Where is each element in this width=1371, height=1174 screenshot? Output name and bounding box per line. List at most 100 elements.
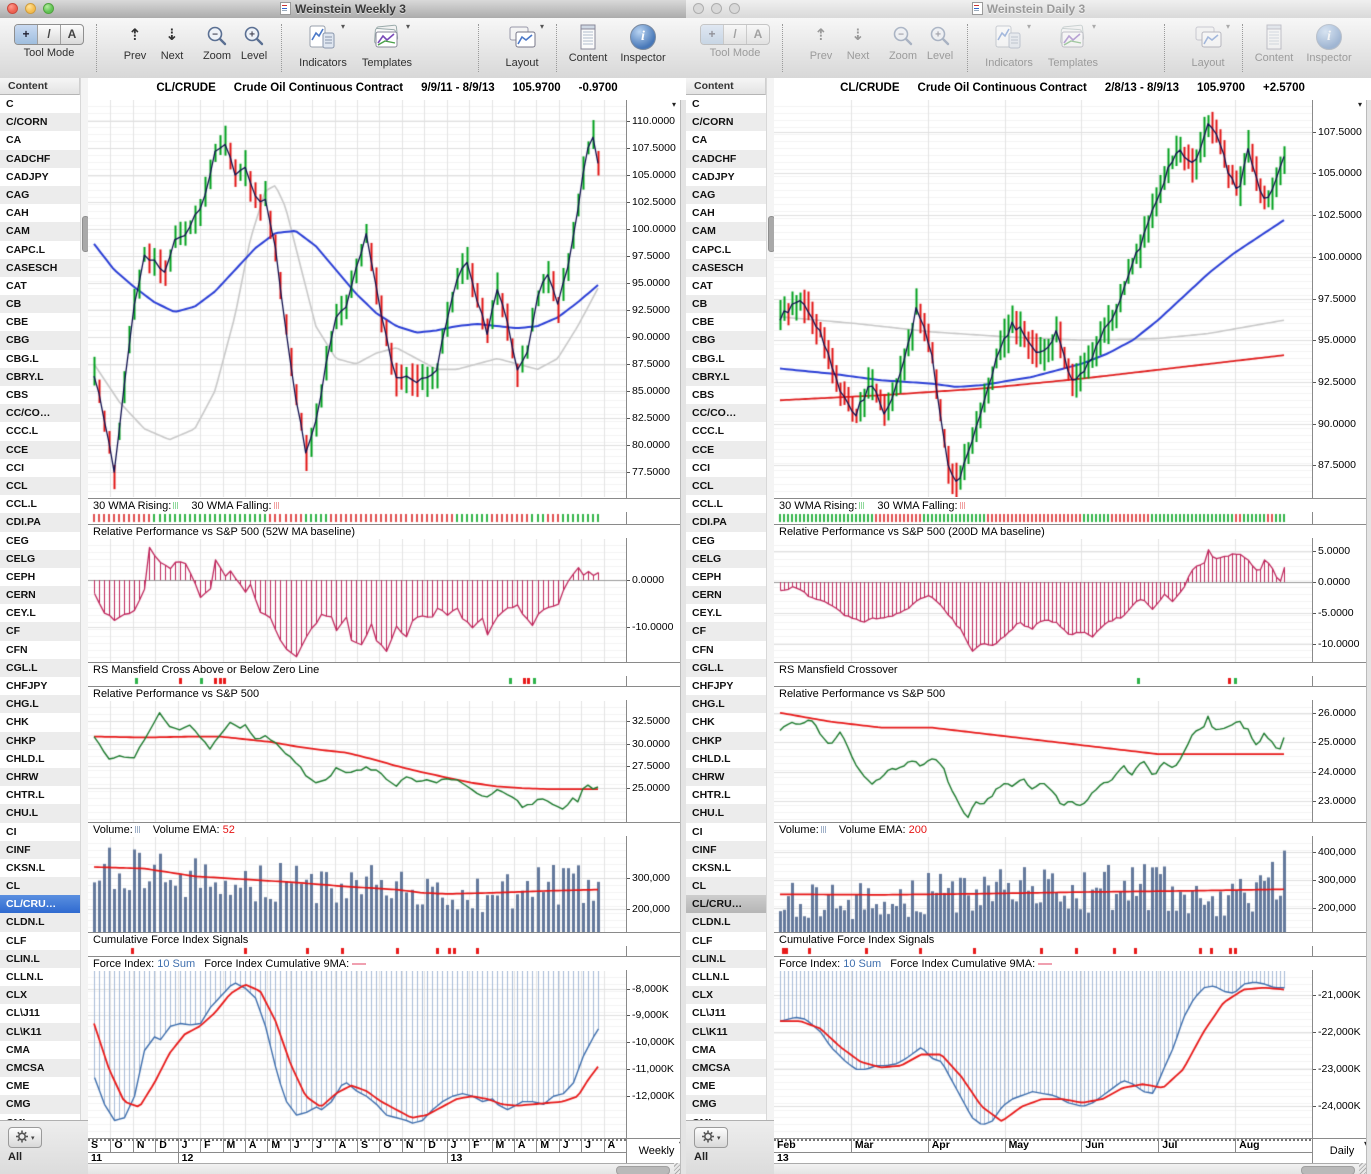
list-item-symbol[interactable]: CHLD.L	[0, 750, 80, 768]
list-item-symbol[interactable]: CL/CRU…	[686, 895, 766, 913]
templates-button[interactable]: ▾Templates	[358, 24, 416, 69]
list-item-symbol[interactable]: CLLN.L	[0, 968, 80, 986]
list-item-symbol[interactable]: CA	[686, 131, 766, 149]
list-item-symbol[interactable]: CINF	[686, 841, 766, 859]
list-item-symbol[interactable]: CLDN.L	[686, 913, 766, 931]
gear-action-button[interactable]: ▾	[8, 1127, 42, 1148]
list-item-symbol[interactable]: CLIN.L	[686, 950, 766, 968]
list-item-symbol[interactable]: CBG	[0, 331, 80, 349]
list-item-symbol[interactable]: CCC.L	[686, 422, 766, 440]
zoom-out-button[interactable]: −Zoom	[886, 24, 920, 62]
list-item-symbol[interactable]: CHRW	[686, 768, 766, 786]
list-item-symbol[interactable]: CAPC.L	[0, 241, 80, 259]
list-item-symbol[interactable]: CMCSA	[0, 1059, 80, 1077]
list-item-symbol[interactable]: CINF	[0, 841, 80, 859]
list-item-symbol[interactable]: CFN	[0, 641, 80, 659]
list-item-symbol[interactable]: CBRY.L	[686, 368, 766, 386]
list-item-symbol[interactable]: CHKP	[0, 732, 80, 750]
list-item-symbol[interactable]: CC/CO…	[686, 404, 766, 422]
wma-ticks-strip[interactable]	[88, 513, 626, 524]
mansfield-marks-strip[interactable]	[774, 677, 1312, 686]
list-item-symbol[interactable]: CMG	[0, 1095, 80, 1113]
list-item-symbol[interactable]: CBG.L	[0, 350, 80, 368]
list-item-symbol[interactable]: CL\K11	[0, 1023, 80, 1041]
move-tool-button[interactable]: +	[701, 25, 723, 44]
indicators-button[interactable]: ▾Indicators	[295, 24, 351, 69]
list-item-symbol[interactable]: CEPH	[0, 568, 80, 586]
list-item-symbol[interactable]: CELG	[686, 550, 766, 568]
list-item-symbol[interactable]: CB	[686, 295, 766, 313]
list-item-symbol[interactable]: CMG	[686, 1095, 766, 1113]
list-item-symbol[interactable]: CB	[0, 295, 80, 313]
list-item-symbol[interactable]: CL\J11	[686, 1004, 766, 1022]
content-button[interactable]: Content	[1252, 24, 1296, 64]
inspector-button[interactable]: iInspector	[1302, 24, 1356, 64]
list-item-symbol[interactable]: CAM	[0, 222, 80, 240]
move-tool-button[interactable]: +	[15, 25, 37, 44]
list-item-symbol[interactable]: CGL.L	[0, 659, 80, 677]
hscroll-thumb[interactable]	[1301, 1166, 1355, 1174]
list-item-symbol[interactable]: CBG	[686, 331, 766, 349]
list-item-symbol[interactable]: CCL.L	[686, 495, 766, 513]
rp-line-plot[interactable]	[774, 701, 1312, 822]
price-plot[interactable]	[774, 100, 1312, 497]
periodicity-dropdown[interactable]: Daily▾	[1312, 1138, 1371, 1163]
panel-disclosure-icon[interactable]: ▾	[1358, 100, 1362, 110]
list-item-symbol[interactable]: CI	[0, 823, 80, 841]
list-item-symbol[interactable]: CCL	[686, 477, 766, 495]
list-item-symbol[interactable]: CLIN.L	[0, 950, 80, 968]
list-item-symbol[interactable]: CCE	[0, 441, 80, 459]
list-item-symbol[interactable]: CBG.L	[686, 350, 766, 368]
cfi-marks-strip[interactable]	[774, 947, 1312, 956]
list-item-symbol[interactable]: CKSN.L	[686, 859, 766, 877]
price-plot[interactable]	[88, 100, 626, 497]
list-item-symbol[interactable]: CI	[686, 823, 766, 841]
list-item-symbol[interactable]: CHLD.L	[686, 750, 766, 768]
list-item-symbol[interactable]: CERN	[686, 586, 766, 604]
list-item-symbol[interactable]: CL/CRU…	[0, 895, 80, 913]
list-item-symbol[interactable]: CAPC.L	[686, 241, 766, 259]
list-item-symbol[interactable]: CAG	[686, 186, 766, 204]
list-item-symbol[interactable]: CADJPY	[686, 168, 766, 186]
volume-plot[interactable]	[88, 837, 626, 932]
list-item-symbol[interactable]: CDI.PA	[0, 513, 80, 531]
volume-plot[interactable]	[774, 837, 1312, 932]
rs-histogram-plot[interactable]	[88, 539, 626, 662]
list-item-symbol[interactable]: CHKP	[686, 732, 766, 750]
list-item-symbol[interactable]: CLX	[0, 986, 80, 1004]
list-item-symbol[interactable]: CBRY.L	[0, 368, 80, 386]
prev-button[interactable]: ⇡Prev	[118, 24, 152, 62]
gear-action-button[interactable]: ▾	[694, 1127, 728, 1148]
list-item-symbol[interactable]: CEPH	[686, 568, 766, 586]
list-item-symbol[interactable]: CHG.L	[686, 695, 766, 713]
list-item-symbol[interactable]: CBE	[0, 313, 80, 331]
tool-mode-segmented[interactable]: +/A	[700, 24, 770, 45]
content-button[interactable]: Content	[566, 24, 610, 64]
list-item-symbol[interactable]: CC/CO…	[0, 404, 80, 422]
rs-histogram-plot[interactable]	[774, 539, 1312, 662]
list-item-symbol[interactable]: CASESCH	[0, 259, 80, 277]
list-item-symbol[interactable]: CLF	[686, 932, 766, 950]
list-item-symbol[interactable]: CADCHF	[0, 150, 80, 168]
list-item-symbol[interactable]: CL\J11	[0, 1004, 80, 1022]
list-item-symbol[interactable]: CCI	[0, 459, 80, 477]
list-item-symbol[interactable]: C/CORN	[0, 113, 80, 131]
list-item-symbol[interactable]: CKSN.L	[0, 859, 80, 877]
list-item-symbol[interactable]: CEG	[0, 532, 80, 550]
rp-line-plot[interactable]	[88, 701, 626, 822]
list-item-symbol[interactable]: CMA	[0, 1041, 80, 1059]
list-item-symbol[interactable]: CHG.L	[0, 695, 80, 713]
list-item-symbol[interactable]: C	[686, 95, 766, 113]
list-item-symbol[interactable]: CAG	[0, 186, 80, 204]
list-item-symbol[interactable]: CL	[0, 877, 80, 895]
list-item-symbol[interactable]: CDI.PA	[686, 513, 766, 531]
mansfield-marks-strip[interactable]	[88, 677, 626, 686]
layout-button[interactable]: ▾Layout	[498, 24, 546, 69]
force-index-plot[interactable]	[774, 971, 1312, 1138]
next-button[interactable]: ⇣Next	[841, 24, 875, 62]
list-item-symbol[interactable]: CLF	[0, 932, 80, 950]
list-item-symbol[interactable]: CL\K11	[686, 1023, 766, 1041]
list-item-symbol[interactable]: CBE	[686, 313, 766, 331]
list-item-symbol[interactable]: CHU.L	[686, 804, 766, 822]
panel-disclosure-icon[interactable]: ▾	[672, 100, 676, 110]
